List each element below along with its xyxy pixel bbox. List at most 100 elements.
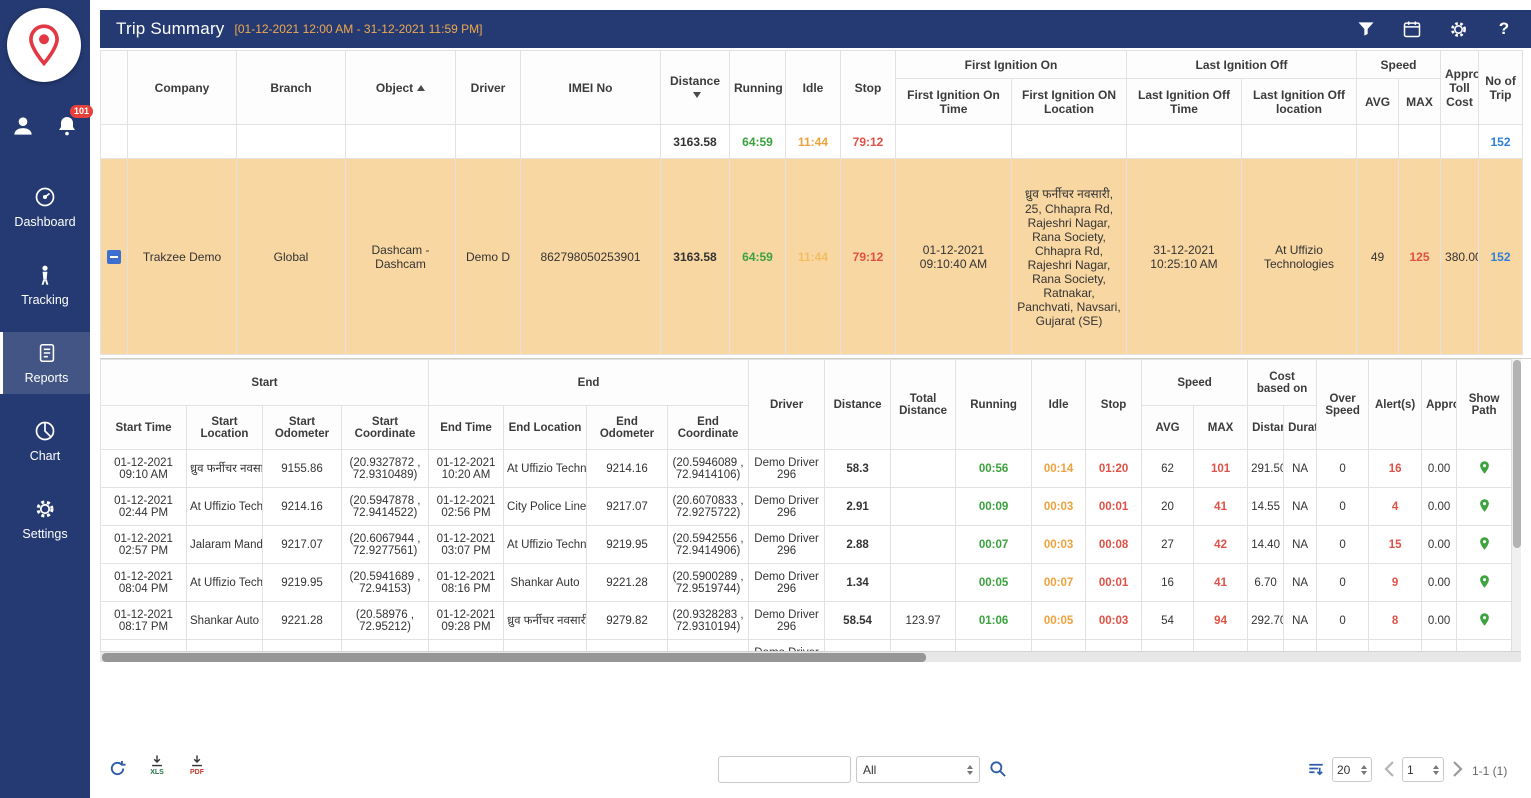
col-show-path-header: Show Path <box>1457 360 1512 450</box>
select-all-header[interactable] <box>101 51 128 125</box>
end-odometer-cell: 9279.82 <box>587 602 668 640</box>
col-object-header[interactable]: Object <box>346 51 456 125</box>
end-odometer-cell: 9214.16 <box>587 450 668 488</box>
totals-idle: 11:44 <box>786 125 841 159</box>
col-last-ignition-off-location-header[interactable]: Last Ignition Off location <box>1242 79 1357 125</box>
export-pdf-button[interactable]: PDF <box>186 754 208 776</box>
cost-duration-cell: NA <box>1284 564 1317 602</box>
driver-cell: Demo Driver 296 <box>749 526 825 564</box>
notifications-button[interactable]: 101 <box>53 112 81 140</box>
show-path-cell <box>1457 526 1512 564</box>
notification-badge: 101 <box>70 105 93 118</box>
col-approx-toll-cost-header[interactable]: Approx Toll Cost <box>1441 51 1479 125</box>
col-last-ignition-off-time-header[interactable]: Last Ignition Off Time <box>1127 79 1242 125</box>
next-page-button[interactable] <box>1452 760 1463 783</box>
col-idle-header[interactable]: Idle <box>786 51 841 125</box>
col-stop-header[interactable]: Stop <box>841 51 896 125</box>
end-location-cell: At Uffizio Technologies <box>504 450 587 488</box>
end-coordinate-cell: (20.9328283 , 72.9310194) <box>668 602 749 640</box>
cost-duration-cell: NA <box>1284 488 1317 526</box>
col-company-header[interactable]: Company <box>128 51 237 125</box>
no-of-trip-cell[interactable]: 152 <box>1479 159 1523 355</box>
end-time-cell: 01-12-2021 10:20 AM <box>429 450 504 488</box>
start-time-cell: 01-12-2021 08:17 PM <box>101 602 187 640</box>
search-input[interactable] <box>718 756 851 783</box>
col-first-ignition-on-location-header[interactable]: First Ignition ON Location <box>1012 79 1127 125</box>
app-root: 101 Dashboard Tracking <box>0 0 1531 798</box>
schedule-button[interactable] <box>1401 18 1423 40</box>
filter-select[interactable]: All <box>856 756 980 783</box>
vertical-scrollbar[interactable] <box>1511 359 1521 662</box>
download-icon <box>189 754 205 768</box>
page-size-select[interactable]: 20 <box>1332 757 1372 782</box>
col-speed-avg-header[interactable]: AVG <box>1357 79 1399 125</box>
report-date-range: [01-12-2021 12:00 AM - 31-12-2021 11:59 … <box>235 22 483 36</box>
chart-icon <box>33 419 57 443</box>
driver-cell: Demo Driver 296 <box>749 602 825 640</box>
totals-no-of-trip[interactable]: 152 <box>1479 125 1523 159</box>
sidebar-item-chart[interactable]: Chart <box>0 410 90 472</box>
search-button[interactable] <box>988 759 1008 784</box>
settings-button[interactable] <box>1447 18 1469 40</box>
horizontal-scrollbar[interactable] <box>100 651 1521 662</box>
cost-distance-cell: 292.70 <box>1248 602 1284 640</box>
sidebar-item-tracking[interactable]: Tracking <box>0 254 90 316</box>
end-coordinate-cell: (20.6070833 , 72.9275722) <box>668 488 749 526</box>
app-logo[interactable] <box>7 8 81 82</box>
export-xls-button[interactable]: XLS <box>146 754 168 776</box>
show-path-pin-icon[interactable] <box>1477 536 1492 551</box>
col-over-speed-header: Over Speed <box>1317 360 1369 450</box>
show-path-pin-icon[interactable] <box>1477 574 1492 589</box>
spinner-arrows-icon <box>1433 765 1439 775</box>
col-driver-header[interactable]: Driver <box>456 51 521 125</box>
start-coordinate-cell: (20.58976 , 72.95212) <box>342 602 429 640</box>
over-speed-cell: 0 <box>1317 488 1369 526</box>
sidebar-item-settings[interactable]: Settings <box>0 488 90 550</box>
sidebar: 101 Dashboard Tracking <box>0 0 90 798</box>
stop-cell: 01:20 <box>1086 450 1142 488</box>
sidebar-item-dashboard[interactable]: Dashboard <box>0 176 90 238</box>
sidebar-item-reports[interactable]: Reports <box>0 332 90 394</box>
object-cell: Dashcam - Dashcam <box>346 159 456 355</box>
page-number-input[interactable]: 1 <box>1402 757 1444 782</box>
idle-cell: 00:03 <box>1032 526 1086 564</box>
totals-stop: 79:12 <box>841 125 896 159</box>
horizontal-scrollbar-thumb[interactable] <box>102 653 926 662</box>
start-odometer-cell: 9155.86 <box>263 450 342 488</box>
refresh-button[interactable] <box>108 759 127 783</box>
users-button[interactable] <box>9 112 37 140</box>
col-imei-header[interactable]: IMEI No <box>521 51 661 125</box>
show-path-pin-icon[interactable] <box>1477 460 1492 475</box>
page-title: Trip Summary <box>116 19 225 39</box>
col-distance-header[interactable]: Distance <box>661 51 730 125</box>
vertical-scrollbar-thumb[interactable] <box>1513 360 1521 548</box>
col-end-time-header: End Time <box>429 406 504 450</box>
end-group-header: End <box>429 360 749 406</box>
col-running-header[interactable]: Running <box>730 51 786 125</box>
show-path-pin-icon[interactable] <box>1477 498 1492 513</box>
col-no-of-trip-header[interactable]: No of Trip <box>1479 51 1523 125</box>
start-location-cell: At Uffizio Technologies <box>187 564 263 602</box>
filter-button[interactable] <box>1355 18 1377 40</box>
show-path-cell <box>1457 564 1512 602</box>
help-button[interactable]: ? <box>1493 18 1515 40</box>
speed-max-cell: 101 <box>1194 450 1248 488</box>
start-location-cell: At Uffizio Technologies <box>187 488 263 526</box>
col-approx-toll-cost-header: Approx Toll Cost <box>1422 360 1457 450</box>
totals-distance: 3163.58 <box>661 125 730 159</box>
idle-cell: 00:05 <box>1032 602 1086 640</box>
col-first-ignition-on-time-header[interactable]: First Ignition On Time <box>896 79 1012 125</box>
previous-page-button[interactable] <box>1384 760 1395 783</box>
show-path-pin-icon[interactable] <box>1477 612 1492 627</box>
col-speed-max-header[interactable]: MAX <box>1399 79 1441 125</box>
col-branch-header[interactable]: Branch <box>237 51 346 125</box>
summary-table: Company Branch Object Driver IMEI No Dis… <box>100 50 1523 355</box>
col-running-header: Running <box>956 360 1032 450</box>
row-checkbox[interactable] <box>107 250 121 264</box>
rows-per-page-button[interactable] <box>1306 761 1326 784</box>
search-icon <box>988 759 1008 779</box>
col-object-label: Object <box>376 81 413 95</box>
total-distance-cell <box>891 564 956 602</box>
end-location-cell: Shankar Auto <box>504 564 587 602</box>
col-start-location-header: Start Location <box>187 406 263 450</box>
